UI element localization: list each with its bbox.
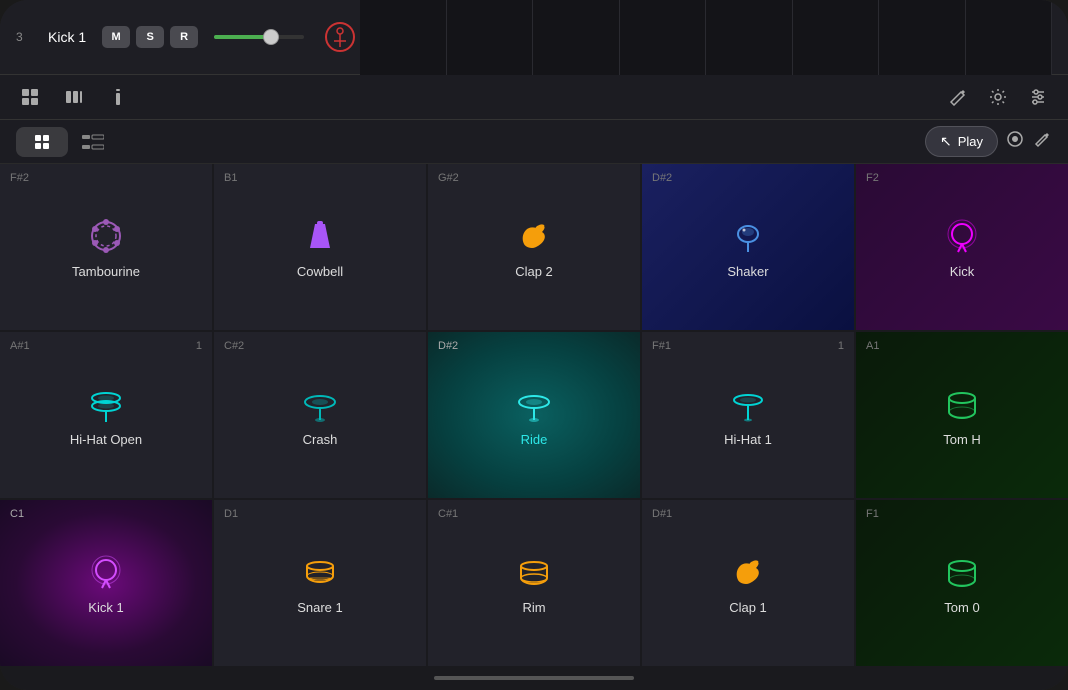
pad-label: Shaker <box>727 264 768 279</box>
toolbar-right <box>944 83 1052 111</box>
pad-note: A1 <box>866 340 879 352</box>
pad-note: A#1 <box>10 340 30 352</box>
tomh-icon <box>942 384 982 424</box>
pad-label: Kick 1 <box>88 600 123 615</box>
pad-cowbell[interactable]: B1 Cowbell <box>214 164 426 330</box>
pad-tom0[interactable]: F1 Tom 0 <box>856 500 1068 666</box>
scroll-indicator <box>434 676 634 680</box>
instrument-icon <box>320 17 360 57</box>
pad-note: C#1 <box>438 508 458 520</box>
info-icon[interactable] <box>104 83 132 111</box>
clap1-icon <box>728 552 768 592</box>
volume-fill <box>214 35 268 39</box>
pad-note: F#1 <box>652 340 671 352</box>
pad-crash[interactable]: C#2 Crash <box>214 332 426 498</box>
clap2-icon <box>514 216 554 256</box>
pad-clap2[interactable]: G#2 Clap 2 <box>428 164 640 330</box>
pad-note: D1 <box>224 508 238 520</box>
pad-number: 1 <box>196 340 202 352</box>
track-number: 3 <box>16 30 36 44</box>
pad-note: F1 <box>866 508 879 520</box>
pad-note: D#1 <box>652 508 672 520</box>
pad-kick1[interactable]: C1 Kick 1 <box>0 500 212 666</box>
scroll-indicator-bar <box>0 666 1068 690</box>
tambourine-icon <box>86 216 126 256</box>
view-right-icons <box>1006 130 1052 153</box>
ride-icon <box>514 384 554 424</box>
pad-kick-partial[interactable]: F2 Kick <box>856 164 1068 330</box>
pad-ride[interactable]: D#2 Ride <box>428 332 640 498</box>
record-button[interactable]: R <box>170 26 198 48</box>
pad-label: Hi-Hat Open <box>70 432 142 447</box>
track-timeline <box>360 0 1052 75</box>
kick1-icon <box>86 552 126 592</box>
pad-label: Cowbell <box>297 264 343 279</box>
sliders-icon[interactable] <box>1024 83 1052 111</box>
snare1-icon <box>300 552 340 592</box>
toolbar <box>0 75 1068 120</box>
pad-shaker[interactable]: D#2 Shaker <box>642 164 854 330</box>
pad-note: F2 <box>866 172 879 184</box>
pad-label: Kick <box>950 264 975 279</box>
columns-icon[interactable] <box>60 83 88 111</box>
pad-note: F#2 <box>10 172 29 184</box>
mute-button[interactable]: M <box>102 26 130 48</box>
pad-note: G#2 <box>438 172 459 184</box>
pad-label: Hi-Hat 1 <box>724 432 772 447</box>
edit-icon[interactable] <box>1034 130 1052 153</box>
pad-label: Clap 1 <box>729 600 767 615</box>
dot-center-icon[interactable] <box>1006 130 1024 153</box>
drum-svg <box>322 19 358 55</box>
pad-grid: F#2 Tambourine B1 <box>0 164 1068 666</box>
pad-note: B1 <box>224 172 237 184</box>
play-cursor-icon: ↖ <box>940 133 952 150</box>
pad-label: Tom 0 <box>944 600 979 615</box>
content-area: ↖ Play F#2 <box>0 75 1068 690</box>
pad-label: Tom H <box>943 432 981 447</box>
tom0-icon <box>942 552 982 592</box>
volume-slider[interactable] <box>214 35 304 39</box>
hihat1-icon <box>728 384 768 424</box>
track-header: 3 Kick 1 M S R <box>0 0 1068 75</box>
volume-thumb <box>263 29 279 45</box>
pad-note: D#2 <box>438 340 458 352</box>
pad-note: C1 <box>10 508 24 520</box>
timeline-grid <box>360 0 1052 75</box>
grid-icon[interactable] <box>16 83 44 111</box>
volume-track <box>214 35 304 39</box>
grid-view-button[interactable] <box>16 127 68 157</box>
pad-tambourine[interactable]: F#2 Tambourine <box>0 164 212 330</box>
view-controls: ↖ Play <box>0 120 1068 164</box>
pad-hihat-open[interactable]: A#1 1 Hi-Hat Open <box>0 332 212 498</box>
pad-rim[interactable]: C#1 Rim <box>428 500 640 666</box>
shaker-icon <box>728 216 768 256</box>
track-title: Kick 1 <box>48 29 86 45</box>
pad-label: Clap 2 <box>515 264 553 279</box>
pad-note: D#2 <box>652 172 672 184</box>
pad-number: 1 <box>838 340 844 352</box>
list-view-button[interactable] <box>76 127 110 157</box>
track-controls: M S R <box>102 26 198 48</box>
play-button[interactable]: ↖ Play <box>925 126 998 157</box>
pad-label: Crash <box>303 432 338 447</box>
pad-note: C#2 <box>224 340 244 352</box>
solo-button[interactable]: S <box>136 26 164 48</box>
pad-label: Tambourine <box>72 264 140 279</box>
pad-label: Ride <box>521 432 548 447</box>
pad-clap1[interactable]: D#1 Clap 1 <box>642 500 854 666</box>
sun-icon[interactable] <box>984 83 1012 111</box>
play-label: Play <box>958 134 983 149</box>
pad-tom-h[interactable]: A1 Tom H <box>856 332 1068 498</box>
pad-label: Rim <box>522 600 545 615</box>
hihat-open-icon <box>86 384 126 424</box>
pad-label: Snare 1 <box>297 600 343 615</box>
pencil-icon[interactable] <box>944 83 972 111</box>
pad-snare1[interactable]: D1 Snare 1 <box>214 500 426 666</box>
rim-icon <box>514 552 554 592</box>
device-frame: 3 Kick 1 M S R <box>0 0 1068 690</box>
pad-hihat1[interactable]: F#1 1 Hi-Hat 1 <box>642 332 854 498</box>
crash-icon <box>300 384 340 424</box>
cowbell-icon <box>300 216 340 256</box>
kick-partial-icon <box>942 216 982 256</box>
